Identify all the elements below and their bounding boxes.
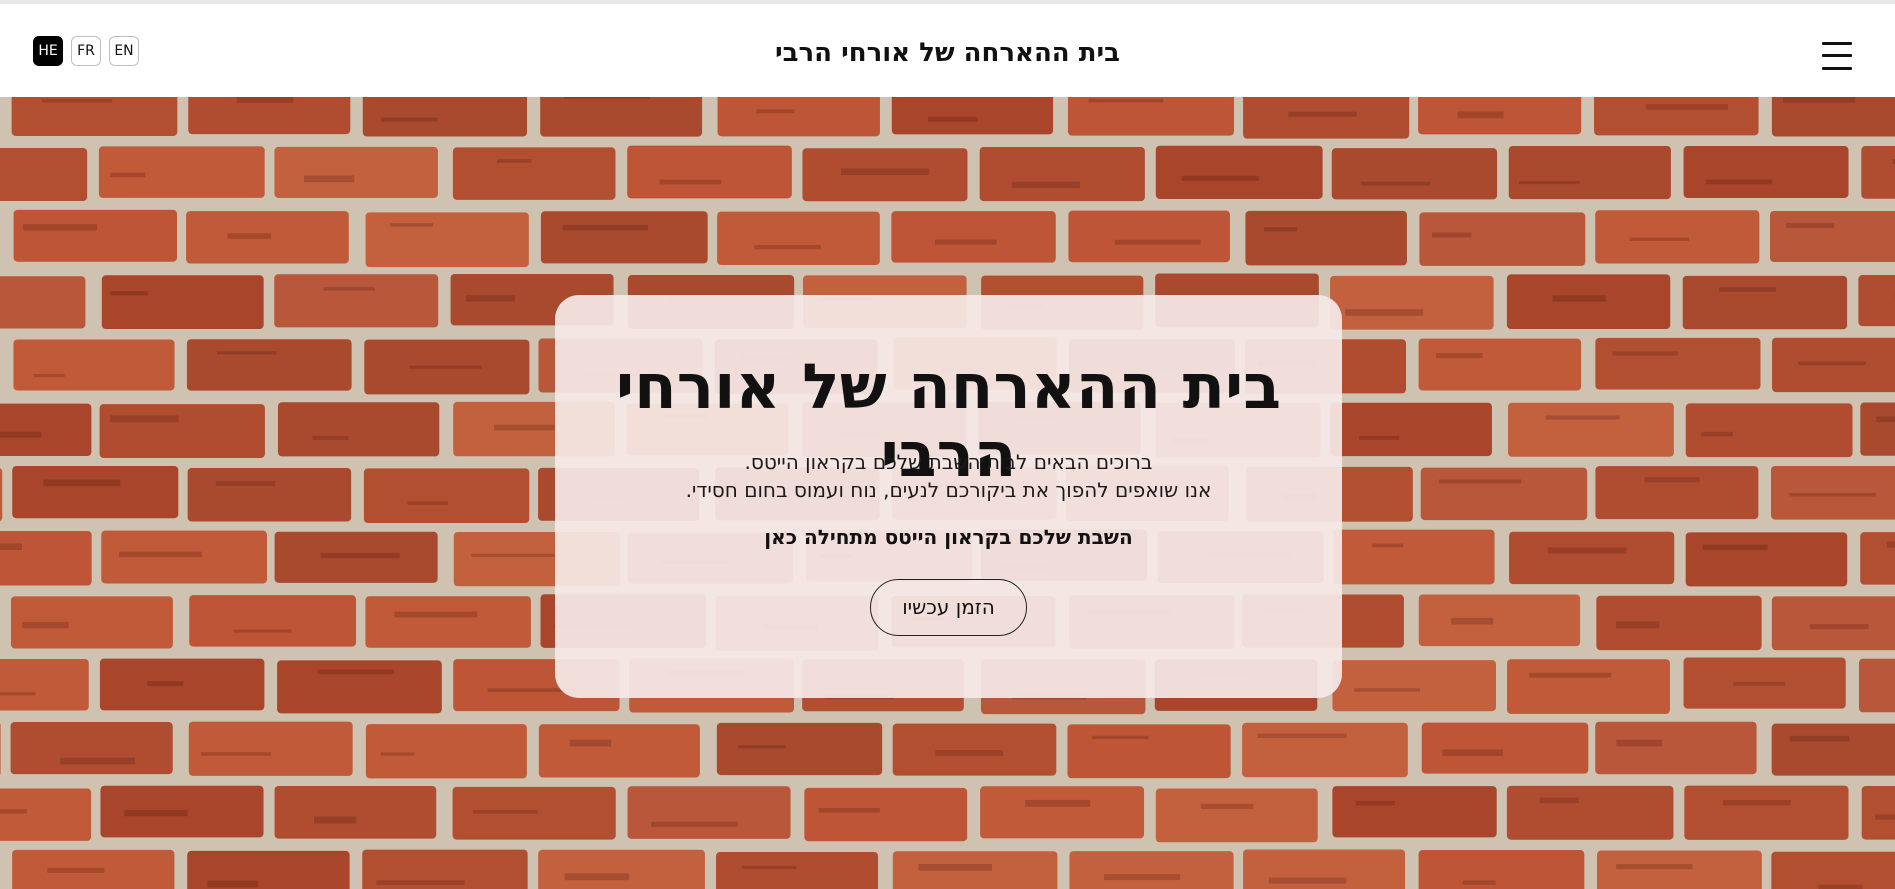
hero-intro-line-2: אנו שואפים להפוך את ביקורכם לנעים, נוח ו… <box>685 478 1212 502</box>
hamburger-menu-icon[interactable] <box>1822 40 1852 72</box>
site-header: HE FR EN בית ההארחה של אורחי הרבי <box>0 4 1895 97</box>
hero-tagline: השבת שלכם בקראון הייטס מתחילה כאן <box>764 525 1133 549</box>
menu-bar-bottom <box>1822 67 1852 70</box>
site-title[interactable]: בית ההארחה של אורחי הרבי <box>0 38 1895 68</box>
hero-section: בית ההארחה של אורחי הרבי ברוכים הבאים לב… <box>0 97 1895 889</box>
hero-card: בית ההארחה של אורחי הרבי ברוכים הבאים לב… <box>555 295 1342 698</box>
menu-bar-middle <box>1822 54 1852 57</box>
book-now-button[interactable]: הזמן עכשיו <box>870 579 1027 636</box>
hero-intro-line-1: ברוכים הבאים לבית השבת שלכם בקראון הייטס… <box>744 450 1153 474</box>
hero-intro: ברוכים הבאים לבית השבת שלכם בקראון הייטס… <box>555 448 1342 504</box>
menu-bar-top <box>1822 42 1852 45</box>
